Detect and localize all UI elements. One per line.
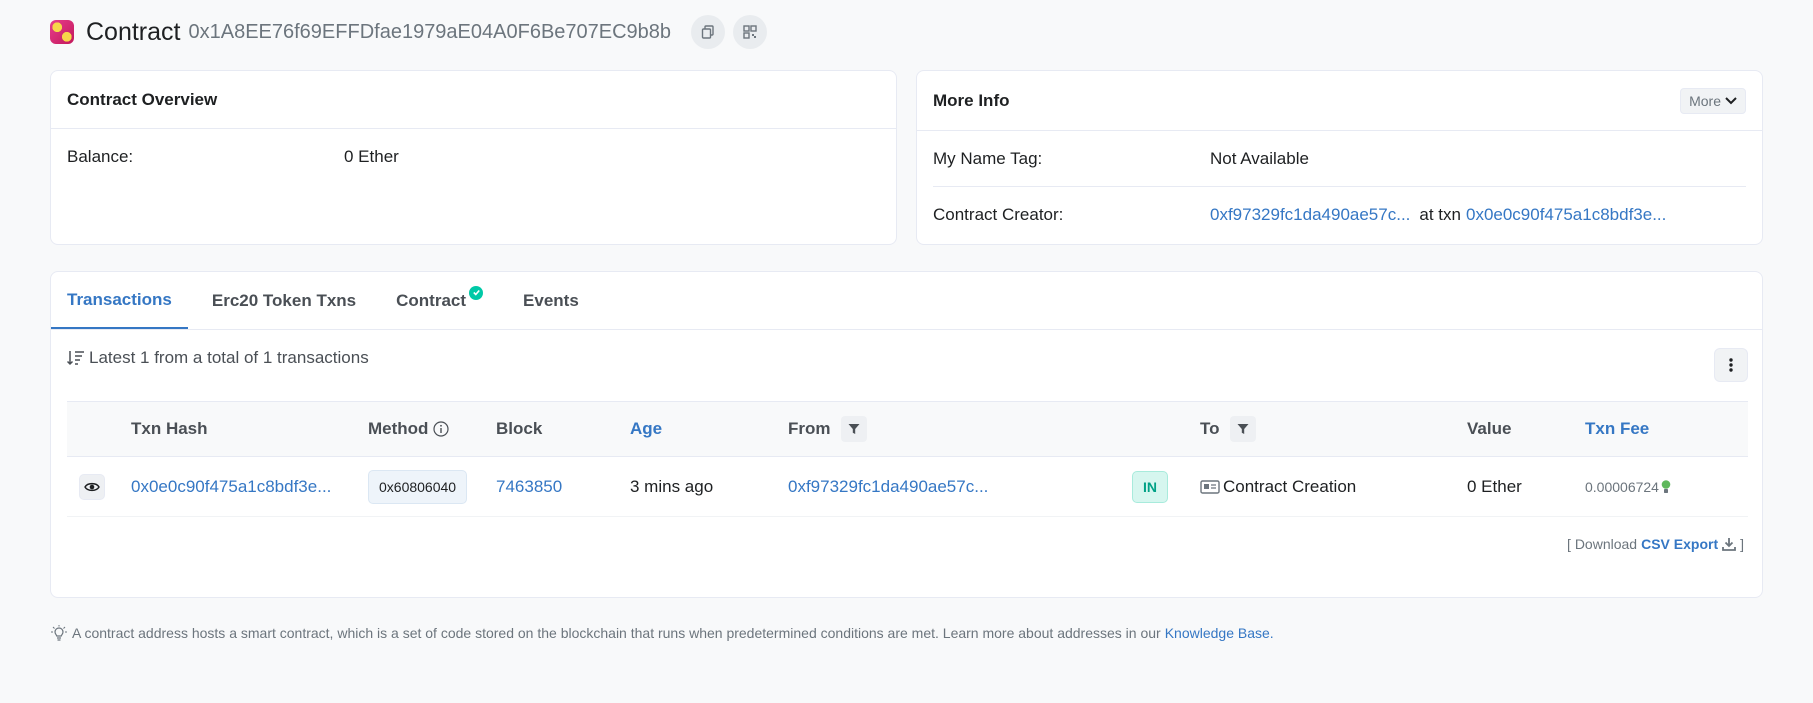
header-age[interactable]: Age bbox=[630, 419, 788, 439]
copy-icon bbox=[701, 25, 714, 39]
transactions-card: Transactions Erc20 Token Txns Contract E… bbox=[50, 271, 1763, 598]
qr-code-button[interactable] bbox=[733, 15, 768, 49]
qr-code-icon bbox=[743, 25, 757, 39]
tab-label: Contract bbox=[396, 290, 467, 310]
summary-text: Latest 1 from a total of 1 transactions bbox=[89, 348, 369, 367]
tab-label: Erc20 Token Txns bbox=[211, 290, 357, 310]
download-section: [ Download CSV Export ] bbox=[1567, 536, 1744, 552]
to-filter-button[interactable] bbox=[1229, 416, 1256, 442]
header-block: Block bbox=[496, 419, 543, 438]
view-details-button[interactable] bbox=[79, 473, 105, 500]
header-method: Method bbox=[368, 419, 496, 439]
footnote-text: A contract address hosts a smart contrac… bbox=[72, 625, 1161, 641]
transactions-summary: Latest 1 from a total of 1 transactions bbox=[67, 348, 369, 368]
copy-address-button[interactable] bbox=[691, 15, 726, 49]
gas-price-bulb-icon[interactable] bbox=[1661, 479, 1671, 495]
contract-creation-icon bbox=[1200, 479, 1220, 494]
txn-age: 3 mins ago bbox=[630, 476, 714, 496]
header-value: Value bbox=[1467, 419, 1512, 438]
tab-erc20-token-txns[interactable]: Erc20 Token Txns bbox=[196, 272, 372, 329]
name-tag-row: My Name Tag: Not Available bbox=[933, 131, 1746, 187]
header-to: To bbox=[1200, 416, 1467, 442]
contract-creator-row: Contract Creator: 0xf97329fc1da490ae57c.… bbox=[917, 187, 1762, 243]
more-options-button[interactable] bbox=[1714, 348, 1748, 382]
name-tag-value: Not Available bbox=[1210, 148, 1309, 168]
contract-avatar-icon bbox=[50, 20, 74, 44]
lightbulb-icon bbox=[51, 625, 67, 641]
more-dropdown-button[interactable]: More bbox=[1680, 87, 1746, 114]
method-badge: 0x60806040 bbox=[368, 469, 468, 504]
download-prefix: [ Download bbox=[1567, 536, 1638, 552]
more-button-label: More bbox=[1689, 92, 1721, 109]
header-from: From bbox=[788, 416, 1132, 442]
filter-icon bbox=[848, 424, 859, 434]
info-icon[interactable] bbox=[433, 421, 450, 437]
overview-title: Contract Overview bbox=[67, 89, 218, 109]
filter-icon bbox=[1237, 424, 1249, 434]
csv-export-link[interactable]: CSV Export bbox=[1641, 536, 1718, 552]
balance-row: Balance: 0 Ether bbox=[51, 129, 896, 185]
footnote: A contract address hosts a smart contrac… bbox=[50, 625, 1274, 641]
block-link[interactable]: 7463850 bbox=[496, 477, 562, 497]
download-icon bbox=[1722, 538, 1737, 551]
page-header: Contract 0x1A8EE76f69EFFDfae1979aE04A0F6… bbox=[50, 14, 768, 50]
at-txn-text: at txn bbox=[1419, 205, 1461, 224]
tab-transactions[interactable]: Transactions bbox=[51, 272, 188, 329]
chevron-down-icon bbox=[1725, 96, 1737, 104]
download-suffix: ] bbox=[1740, 536, 1744, 552]
more-info-header: More Info More bbox=[917, 71, 1762, 131]
page-title: Contract bbox=[86, 17, 181, 46]
name-tag-label: My Name Tag: bbox=[933, 148, 1043, 168]
txn-value: 0 Ether bbox=[1467, 476, 1522, 496]
contract-address: 0x1A8EE76f69EFFDfae1979aE04A0F6Be707EC9b… bbox=[188, 20, 672, 43]
contract-overview-card: Contract Overview Balance: 0 Ether bbox=[50, 70, 897, 245]
table-row: 0x0e0c90f475a1c8bdf3e... 0x60806040 7463… bbox=[67, 457, 1748, 517]
from-address-link[interactable]: 0xf97329fc1da490ae57c... bbox=[788, 477, 988, 497]
knowledge-base-link[interactable]: Knowledge Base. bbox=[1165, 625, 1274, 641]
direction-badge: IN bbox=[1132, 470, 1168, 503]
txn-hash-link[interactable]: 0x0e0c90f475a1c8bdf3e... bbox=[131, 477, 331, 497]
from-filter-button[interactable] bbox=[840, 416, 867, 442]
creator-address-link[interactable]: 0xf97329fc1da490ae57c... bbox=[1210, 205, 1410, 225]
sort-descending-icon bbox=[67, 351, 84, 366]
kebab-menu-icon bbox=[1729, 358, 1733, 372]
txn-fee: 0.00006724 bbox=[1585, 478, 1659, 495]
table-header: Txn Hash Method Block Age From To Value … bbox=[67, 401, 1748, 457]
tab-label: Events bbox=[523, 290, 579, 310]
eye-icon bbox=[84, 482, 100, 491]
creator-txn-link[interactable]: 0x0e0c90f475a1c8bdf3e... bbox=[1466, 205, 1666, 225]
balance-label: Balance: bbox=[67, 147, 134, 166]
more-info-card: More Info More My Name Tag: Not Availabl… bbox=[916, 70, 1763, 245]
overview-header: Contract Overview bbox=[51, 71, 896, 129]
to-contract-creation: Contract Creation bbox=[1223, 476, 1357, 496]
creator-label: Contract Creator: bbox=[933, 205, 1064, 224]
header-txn-hash: Txn Hash bbox=[131, 419, 208, 438]
balance-value: 0 Ether bbox=[344, 147, 399, 166]
tab-bar: Transactions Erc20 Token Txns Contract E… bbox=[51, 272, 1762, 330]
tab-contract[interactable]: Contract bbox=[380, 272, 499, 329]
tab-label: Transactions bbox=[67, 289, 172, 309]
header-txn-fee[interactable]: Txn Fee bbox=[1585, 419, 1735, 439]
transactions-table: Txn Hash Method Block Age From To Value … bbox=[67, 401, 1748, 517]
tab-events[interactable]: Events bbox=[507, 272, 595, 329]
more-info-title: More Info bbox=[933, 90, 1010, 110]
verified-check-icon bbox=[469, 285, 484, 300]
